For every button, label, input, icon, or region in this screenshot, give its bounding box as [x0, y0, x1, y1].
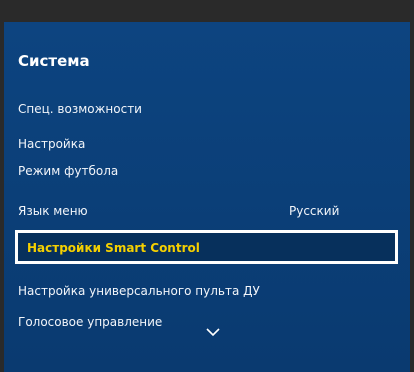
chevron-down-icon[interactable] [206, 327, 220, 337]
menu-item-label: Настройка [18, 137, 86, 151]
menu-item-smart-control[interactable]: Настройки Smart Control [15, 230, 398, 264]
menu-item-label: Голосовое управление [18, 315, 163, 329]
menu-title: Система [18, 52, 90, 70]
menu-item-universal-remote[interactable]: Настройка универсального пульта ДУ [18, 284, 398, 298]
menu-language-value: Русский [289, 204, 340, 218]
menu-item-label: Режим футбола [18, 164, 119, 178]
menu-item-label: Настройка универсального пульта ДУ [18, 284, 260, 298]
menu-item-football-mode[interactable]: Режим футбола [18, 164, 398, 178]
menu-item-label: Настройки Smart Control [27, 241, 200, 255]
menu-item-label: Язык меню [18, 204, 88, 218]
menu-item-label: Спец. возможности [18, 102, 142, 116]
screen-frame: Система Спец. возможности Настройка Режи… [0, 0, 414, 372]
menu-item-setup[interactable]: Настройка [18, 137, 398, 151]
menu-item-accessibility[interactable]: Спец. возможности [18, 102, 398, 116]
menu-item-menu-language[interactable]: Язык меню Русский [18, 204, 398, 218]
system-menu-panel: Система Спец. возможности Настройка Режи… [4, 22, 410, 372]
